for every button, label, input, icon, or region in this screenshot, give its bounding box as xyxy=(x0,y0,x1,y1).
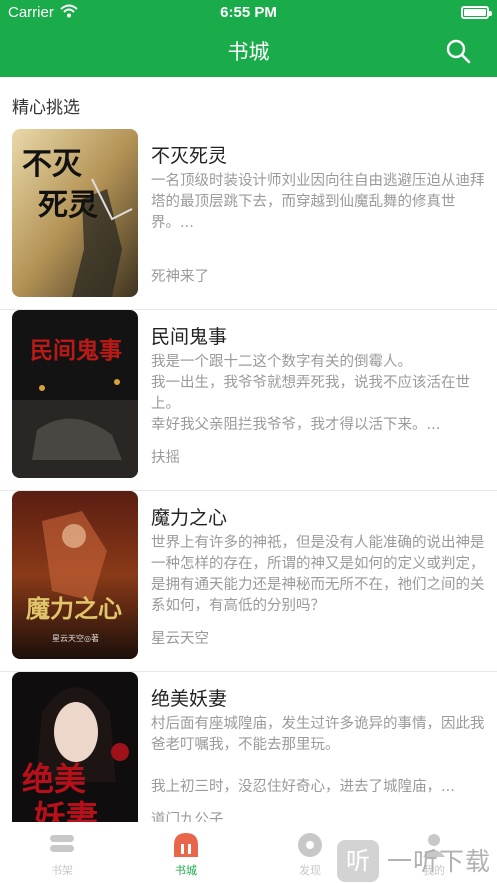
section-title: 精心挑选 xyxy=(12,98,80,118)
book-title: 民间鬼事 xyxy=(151,326,228,348)
book-cover[interactable]: 不灭 死灵 xyxy=(12,129,138,297)
book-description: 世界上有许多的神祇，但是没有人能准确的说出神是一种怎样的存在，所谓的神又是如何的… xyxy=(151,535,485,614)
discover-icon xyxy=(298,833,322,857)
book-cover[interactable]: 绝美 妖妻 xyxy=(12,672,138,840)
svg-text:绝美: 绝美 xyxy=(22,760,86,798)
tab-label: 书架 xyxy=(51,864,73,877)
book-title: 魔力之心 xyxy=(151,507,228,529)
watermark-text: 一听下载 xyxy=(387,847,492,876)
tab-label: 书城 xyxy=(175,864,197,877)
bookshelf-icon xyxy=(50,835,74,852)
watermark-logo: 听 一听下载 xyxy=(337,836,497,883)
svg-text:死灵: 死灵 xyxy=(38,188,98,223)
book-description: 我是一个跟十二这个数字有关的倒霉人。 我一出生，我爷爷就想弄死我，说我不应该活在… xyxy=(151,354,470,433)
book-author: 扶摇 xyxy=(151,450,180,466)
cover-caption: 星云天空◎著 xyxy=(52,633,99,643)
status-bar: Carrier 6:55 PM xyxy=(0,0,497,26)
battery-icon xyxy=(461,6,492,19)
book-description: 村后面有座城隍庙，发生过许多诡异的事情，因此我爸老叮嘱我，不能去那里玩。 我上初… xyxy=(151,716,485,795)
tab-bookstore[interactable]: 书城 xyxy=(124,822,248,883)
book-list-item[interactable]: 魔力之心 星云天空◎著 魔力之心 世界上有许多的神祇，但是没有人能准确的说出神是… xyxy=(0,491,497,672)
search-icon[interactable] xyxy=(445,38,471,64)
svg-text:魔力之心: 魔力之心 xyxy=(26,594,122,623)
page-title: 书城 xyxy=(227,40,270,64)
svg-text:民间鬼事: 民间鬼事 xyxy=(30,337,122,364)
svg-text:不灭: 不灭 xyxy=(22,147,83,182)
book-list-item[interactable]: 民间鬼事 民间鬼事 我是一个跟十二这个数字有关的倒霉人。 我一出生，我爷爷就想弄… xyxy=(0,310,497,491)
book-cover[interactable]: 民间鬼事 xyxy=(12,310,138,478)
watermark-badge: 听 xyxy=(337,840,379,882)
header-bar: Carrier 6:55 PM 书城 xyxy=(0,0,497,77)
status-time: 6:55 PM xyxy=(220,4,277,21)
book-title: 不灭死灵 xyxy=(151,145,228,167)
bookstore-icon xyxy=(174,833,198,857)
book-author: 死神来了 xyxy=(151,269,209,285)
book-list-item[interactable]: 不灭 死灵 不灭死灵 一名顶级时装设计师刘业因向往自由逃避压迫从迪拜塔的最顶层跳… xyxy=(0,129,497,310)
book-title: 绝美妖妻 xyxy=(151,688,228,710)
book-description: 一名顶级时装设计师刘业因向往自由逃避压迫从迪拜塔的最顶层跳下去，而穿越到仙魔乱舞… xyxy=(151,173,485,231)
tab-bookshelf[interactable]: 书架 xyxy=(0,822,124,883)
book-cover[interactable]: 魔力之心 星云天空◎著 xyxy=(12,491,138,659)
book-author: 星云天空 xyxy=(151,631,209,647)
